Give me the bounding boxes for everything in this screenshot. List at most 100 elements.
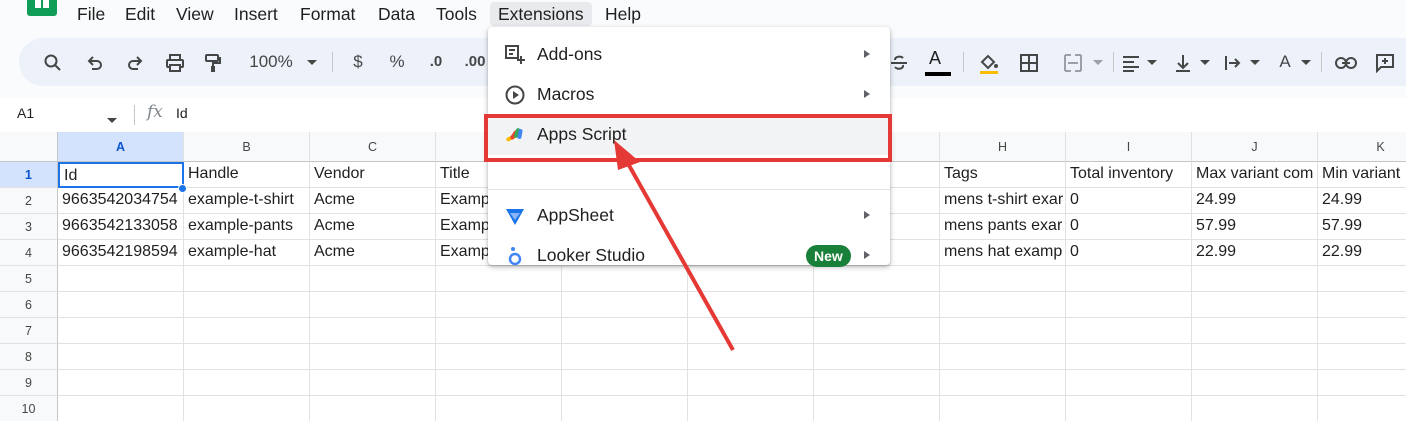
cell-j2[interactable]: 24.99: [1192, 188, 1318, 214]
text-rotation-dropdown-icon[interactable]: [1300, 38, 1312, 86]
cell-c6[interactable]: [310, 292, 436, 318]
cell-h3[interactable]: mens pants exar: [940, 214, 1066, 240]
cell-c5[interactable]: [310, 266, 436, 292]
row-header-5[interactable]: 5: [0, 266, 58, 292]
menu-format[interactable]: Format: [292, 2, 363, 26]
fill-handle[interactable]: [178, 184, 187, 193]
name-box[interactable]: A1: [17, 105, 34, 121]
column-header-j[interactable]: J: [1192, 132, 1318, 162]
undo-icon[interactable]: [81, 38, 109, 86]
cell-h6[interactable]: [940, 292, 1066, 318]
insert-comment-icon[interactable]: [1371, 38, 1399, 86]
cell-a1[interactable]: Id: [58, 162, 184, 188]
column-header-h[interactable]: H: [940, 132, 1066, 162]
decrease-decimal-button[interactable]: .0: [422, 38, 450, 86]
row-header-4[interactable]: 4: [0, 240, 58, 266]
menu-item-appsheet[interactable]: AppSheet: [488, 196, 890, 236]
cell-i6[interactable]: [1066, 292, 1192, 318]
cell-k8[interactable]: [1318, 344, 1406, 370]
cell-d10[interactable]: [436, 396, 562, 421]
cell-j4[interactable]: 22.99: [1192, 240, 1318, 266]
cell-a2[interactable]: 9663542034754: [58, 188, 184, 214]
cell-j1[interactable]: Max variant com: [1192, 162, 1318, 188]
row-header-8[interactable]: 8: [0, 344, 58, 370]
cell-k6[interactable]: [1318, 292, 1406, 318]
cell-f5[interactable]: [688, 266, 814, 292]
column-header-c[interactable]: C: [310, 132, 436, 162]
redo-icon[interactable]: [121, 38, 149, 86]
cell-d5[interactable]: [436, 266, 562, 292]
cell-k2[interactable]: 24.99: [1318, 188, 1406, 214]
cell-d8[interactable]: [436, 344, 562, 370]
cell-e9[interactable]: [562, 370, 688, 396]
cell-b1[interactable]: Handle: [184, 162, 310, 188]
cell-i10[interactable]: [1066, 396, 1192, 421]
menu-help[interactable]: Help: [597, 2, 649, 26]
cell-b10[interactable]: [184, 396, 310, 421]
cell-j6[interactable]: [1192, 292, 1318, 318]
cell-a5[interactable]: [58, 266, 184, 292]
cell-g10[interactable]: [814, 396, 940, 421]
text-wrapping-icon[interactable]: [1219, 38, 1247, 86]
cell-f8[interactable]: [688, 344, 814, 370]
cell-j3[interactable]: 57.99: [1192, 214, 1318, 240]
cell-c1[interactable]: Vendor: [310, 162, 436, 188]
column-header-b[interactable]: B: [184, 132, 310, 162]
cell-k4[interactable]: 22.99: [1318, 240, 1406, 266]
cell-a3[interactable]: 9663542133058: [58, 214, 184, 240]
cell-g7[interactable]: [814, 318, 940, 344]
cell-b6[interactable]: [184, 292, 310, 318]
cell-b9[interactable]: [184, 370, 310, 396]
cell-f7[interactable]: [688, 318, 814, 344]
currency-format-button[interactable]: $: [347, 38, 369, 86]
cell-b7[interactable]: [184, 318, 310, 344]
cell-i3[interactable]: 0: [1066, 214, 1192, 240]
row-header-2[interactable]: 2: [0, 188, 58, 214]
cell-k1[interactable]: Min variant: [1318, 162, 1406, 188]
cell-g8[interactable]: [814, 344, 940, 370]
cell-h2[interactable]: mens t-shirt exar: [940, 188, 1066, 214]
cell-c7[interactable]: [310, 318, 436, 344]
cell-b4[interactable]: example-hat: [184, 240, 310, 266]
row-header-10[interactable]: 10: [0, 396, 58, 421]
cell-c9[interactable]: [310, 370, 436, 396]
cell-f6[interactable]: [688, 292, 814, 318]
borders-icon[interactable]: [1015, 38, 1043, 86]
horizontal-align-icon[interactable]: [1117, 38, 1145, 86]
cell-i7[interactable]: [1066, 318, 1192, 344]
menu-insert[interactable]: Insert: [226, 2, 286, 26]
cell-g9[interactable]: [814, 370, 940, 396]
cell-d6[interactable]: [436, 292, 562, 318]
menu-item-macros[interactable]: Macros: [488, 75, 890, 115]
cell-h1[interactable]: Tags: [940, 162, 1066, 188]
merge-dropdown-icon[interactable]: [1092, 38, 1104, 86]
cell-g6[interactable]: [814, 292, 940, 318]
cell-e6[interactable]: [562, 292, 688, 318]
cell-c10[interactable]: [310, 396, 436, 421]
cell-h5[interactable]: [940, 266, 1066, 292]
cell-c8[interactable]: [310, 344, 436, 370]
zoom-select[interactable]: 100%: [241, 38, 301, 86]
menu-item-add-ons[interactable]: Add-ons: [488, 35, 890, 75]
menu-item-looker-studio[interactable]: Looker Studio New: [488, 236, 890, 267]
cell-c4[interactable]: Acme: [310, 240, 436, 266]
cell-c3[interactable]: Acme: [310, 214, 436, 240]
cell-h4[interactable]: mens hat examp: [940, 240, 1066, 266]
menu-edit[interactable]: Edit: [117, 2, 163, 26]
cell-c2[interactable]: Acme: [310, 188, 436, 214]
fill-color-icon[interactable]: [975, 38, 1003, 86]
cell-b8[interactable]: [184, 344, 310, 370]
zoom-dropdown-icon[interactable]: [304, 38, 320, 86]
menu-file[interactable]: File: [69, 2, 113, 26]
vertical-align-icon[interactable]: [1169, 38, 1197, 86]
merge-cells-icon[interactable]: [1059, 38, 1087, 86]
menu-data[interactable]: Data: [370, 2, 423, 26]
cell-g5[interactable]: [814, 266, 940, 292]
cell-k5[interactable]: [1318, 266, 1406, 292]
cell-b5[interactable]: [184, 266, 310, 292]
cell-e8[interactable]: [562, 344, 688, 370]
print-icon[interactable]: [161, 38, 189, 86]
cell-k7[interactable]: [1318, 318, 1406, 344]
cell-d7[interactable]: [436, 318, 562, 344]
cell-h7[interactable]: [940, 318, 1066, 344]
